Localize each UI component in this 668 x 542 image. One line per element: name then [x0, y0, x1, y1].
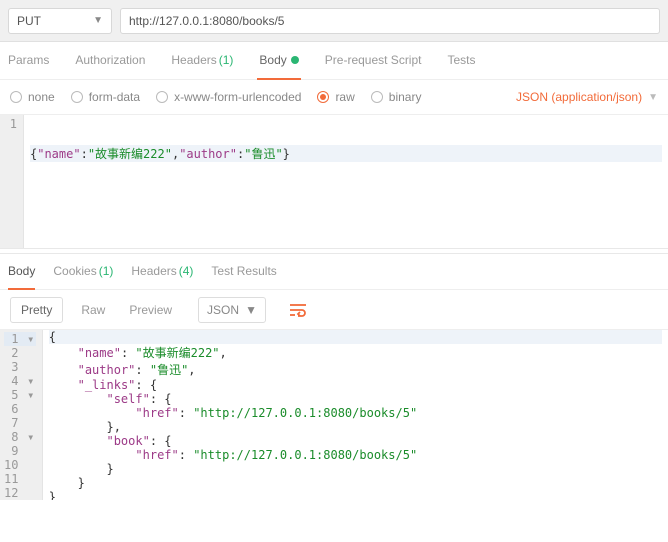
code-line: }: [49, 490, 662, 500]
line-number: 2: [4, 346, 36, 360]
tab-label: Tests: [447, 53, 475, 67]
tab-headers[interactable]: Headers (1): [169, 42, 235, 80]
resp-tab-cookies[interactable]: Cookies(1): [53, 254, 113, 290]
radio-none[interactable]: none: [10, 90, 55, 104]
tab-label: Authorization: [75, 53, 145, 67]
tab-authorization[interactable]: Authorization: [73, 42, 147, 80]
radio-raw[interactable]: raw: [317, 90, 354, 104]
request-body-editor[interactable]: 1 {"name":"故事新编222","author":"鲁迅"}: [0, 114, 668, 248]
line-number: 7: [4, 416, 36, 430]
tab-label: Body: [259, 53, 286, 67]
method-value: PUT: [17, 14, 41, 28]
chevron-down-icon: ▼: [245, 303, 257, 317]
radio-label: form-data: [89, 90, 140, 104]
code-line: "_links": {: [49, 378, 662, 392]
tab-prerequest[interactable]: Pre-request Script: [323, 42, 424, 80]
code-line: "book": {: [49, 434, 662, 448]
code-line: {: [49, 330, 662, 344]
response-tabs: Body Cookies(1) Headers(4) Test Results: [0, 254, 668, 290]
content-type-select[interactable]: JSON (application/json) ▼: [516, 90, 658, 104]
code-line: "self": {: [49, 392, 662, 406]
view-preview-button[interactable]: Preview: [123, 299, 178, 321]
tab-tests[interactable]: Tests: [445, 42, 477, 80]
radio-label: binary: [389, 90, 422, 104]
tab-body[interactable]: Body: [257, 42, 300, 80]
method-select[interactable]: PUT ▼: [8, 8, 112, 34]
radio-label: x-www-form-urlencoded: [174, 90, 301, 104]
line-number: 1 ▾: [4, 332, 36, 346]
editor-code[interactable]: {"name":"故事新编222","author":"鲁迅"}: [24, 115, 668, 248]
line-number: 12: [4, 486, 36, 500]
radio-binary[interactable]: binary: [371, 90, 422, 104]
tab-label: Pre-request Script: [325, 53, 422, 67]
line-number: 4 ▾: [4, 374, 36, 388]
radio-form-data[interactable]: form-data: [71, 90, 140, 104]
code-line: }: [49, 476, 662, 490]
chevron-down-icon: ▼: [93, 15, 103, 26]
tab-params[interactable]: Params: [6, 42, 51, 80]
request-bar: PUT ▼: [0, 0, 668, 42]
code-line: "name": "故事新编222",: [49, 344, 662, 361]
radio-label: none: [28, 90, 55, 104]
tab-label: Headers: [131, 264, 176, 278]
tab-label: Cookies: [53, 264, 96, 278]
code-line: },: [49, 420, 662, 434]
tab-count: (1): [99, 264, 114, 278]
line-number: 9: [4, 444, 36, 458]
format-label: JSON: [207, 303, 239, 317]
resp-tab-test-results[interactable]: Test Results: [211, 254, 276, 290]
line-number: 6: [4, 402, 36, 416]
tab-label: Test Results: [211, 264, 276, 278]
line-number: 8 ▾: [4, 430, 36, 444]
radio-label: raw: [335, 90, 354, 104]
view-raw-button[interactable]: Raw: [75, 299, 111, 321]
tab-label: Params: [8, 53, 49, 67]
tab-label: Body: [8, 264, 35, 278]
response-toolbar: Pretty Raw Preview JSON ▼: [0, 290, 668, 330]
line-number: 11: [4, 472, 36, 486]
line-number: 5 ▾: [4, 388, 36, 402]
body-type-options: none form-data x-www-form-urlencoded raw…: [0, 80, 668, 114]
editor-gutter: 1: [0, 115, 24, 248]
resp-tab-headers[interactable]: Headers(4): [131, 254, 193, 290]
url-input[interactable]: [120, 8, 660, 34]
radio-icon: [371, 91, 383, 103]
code-line: "author": "鲁迅",: [49, 361, 662, 378]
content-type-label: JSON (application/json): [516, 90, 642, 104]
radio-icon: [71, 91, 83, 103]
radio-icon: [156, 91, 168, 103]
line-number: 10: [4, 458, 36, 472]
code-line: {"name":"故事新编222","author":"鲁迅"}: [30, 145, 662, 162]
editor-gutter: 1 ▾2 3 4 ▾5 ▾6 7 8 ▾9 10 11 12: [0, 330, 43, 500]
tab-count: (1): [219, 53, 234, 67]
tab-label: Headers: [171, 53, 216, 67]
code-line: }: [49, 462, 662, 476]
line-number: 3: [4, 360, 36, 374]
wrap-lines-icon[interactable]: [284, 297, 312, 323]
radio-x-www[interactable]: x-www-form-urlencoded: [156, 90, 301, 104]
code-line: "href": "http://127.0.0.1:8080/books/5": [49, 448, 662, 462]
request-tabs: Params Authorization Headers (1) Body Pr…: [0, 42, 668, 80]
response-body-editor[interactable]: 1 ▾2 3 4 ▾5 ▾6 7 8 ▾9 10 11 12 { "name":…: [0, 330, 668, 500]
dot-indicator-icon: [291, 56, 299, 64]
editor-code[interactable]: { "name": "故事新编222", "author": "鲁迅", "_l…: [43, 330, 668, 500]
resp-tab-body[interactable]: Body: [8, 254, 35, 290]
tab-count: (4): [179, 264, 194, 278]
chevron-down-icon: ▼: [648, 92, 658, 103]
radio-icon: [10, 91, 22, 103]
code-line: "href": "http://127.0.0.1:8080/books/5": [49, 406, 662, 420]
view-pretty-button[interactable]: Pretty: [10, 297, 63, 323]
radio-icon: [317, 91, 329, 103]
format-select[interactable]: JSON ▼: [198, 297, 266, 323]
line-number: 1: [4, 117, 17, 131]
